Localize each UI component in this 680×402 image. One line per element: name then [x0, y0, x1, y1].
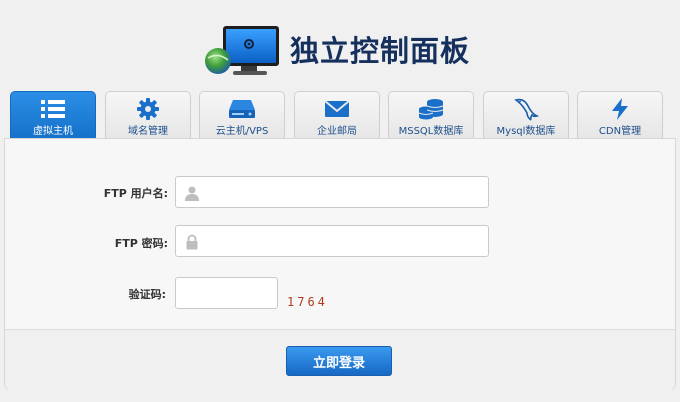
tab-mssql[interactable]: MSSQL数据库: [388, 91, 474, 139]
captcha-code[interactable]: 1764: [287, 295, 328, 309]
captcha-label: 验证码:: [128, 288, 166, 301]
tab-label: Mysql数据库: [496, 126, 556, 137]
lightning-icon: [578, 98, 662, 120]
database-icon: [389, 98, 473, 120]
captcha-field[interactable]: [175, 277, 278, 309]
header: 独立控制面板: [0, 0, 680, 88]
monitor-globe-icon: [205, 26, 279, 75]
tab-label: 虚拟主机: [33, 126, 73, 137]
page-title: 独立控制面板: [290, 34, 471, 68]
tab-virtual-host[interactable]: 虚拟主机: [10, 91, 96, 139]
server-drive-icon: [200, 98, 284, 120]
envelope-icon: [295, 98, 379, 120]
username-label: FTP 用户名:: [103, 187, 168, 200]
dolphin-icon: [484, 98, 568, 121]
tab-cdn[interactable]: CDN管理: [577, 91, 663, 139]
tab-label: MSSQL数据库: [398, 126, 464, 137]
tab-cloud-vps[interactable]: 云主机/VPS: [199, 91, 285, 139]
tab-label: CDN管理: [598, 126, 642, 137]
product-tabs: 虚拟主机 域名管理 云主机/VPS 企业邮局 MSSQL数据库 Mysql数据库…: [0, 91, 680, 139]
password-field[interactable]: [175, 225, 489, 257]
tab-enterprise-mail[interactable]: 企业邮局: [294, 91, 380, 139]
tab-label: 域名管理: [128, 126, 168, 137]
username-input[interactable]: [206, 178, 482, 206]
tab-domain[interactable]: 域名管理: [105, 91, 191, 139]
tab-label: 企业邮局: [317, 126, 357, 137]
lock-icon: [186, 234, 198, 250]
password-input[interactable]: [206, 227, 482, 255]
login-page: 独立控制面板 虚拟主机 域名管理 云主机/VPS 企业邮局 MSSQL数据库 M…: [0, 0, 680, 402]
gear-icon: [106, 98, 190, 120]
captcha-input[interactable]: [182, 279, 271, 307]
password-label: FTP 密码:: [114, 237, 168, 250]
tab-label: 云主机/VPS: [215, 126, 269, 137]
list-icon: [11, 98, 95, 120]
login-button[interactable]: 立即登录: [286, 346, 392, 376]
user-icon: [185, 186, 199, 201]
tab-mysql[interactable]: Mysql数据库: [483, 91, 569, 139]
username-field[interactable]: [175, 176, 489, 208]
